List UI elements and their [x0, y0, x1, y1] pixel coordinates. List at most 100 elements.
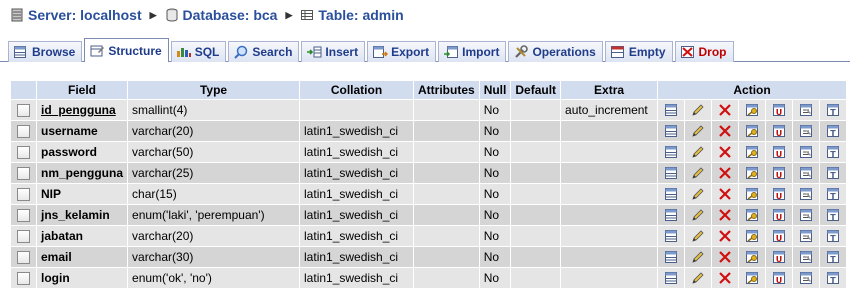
edit-icon[interactable]: [691, 250, 705, 264]
index-icon[interactable]: [799, 166, 813, 180]
row-checkbox[interactable]: [17, 188, 30, 202]
tab-import[interactable]: Import: [438, 41, 507, 62]
drop-icon[interactable]: [718, 145, 732, 159]
fulltext-icon[interactable]: T: [826, 271, 840, 285]
edit-icon[interactable]: [691, 271, 705, 285]
row-checkbox[interactable]: [17, 272, 30, 286]
breadcrumb-table[interactable]: Table: admin: [318, 7, 403, 23]
unique-icon[interactable]: U: [772, 166, 786, 180]
header-collation[interactable]: Collation: [300, 81, 414, 99]
null-cell: No: [479, 205, 511, 225]
row-checkbox[interactable]: [17, 251, 30, 265]
header-field[interactable]: Field: [37, 81, 128, 99]
unique-icon[interactable]: U: [772, 124, 786, 138]
extra-cell: [561, 205, 658, 225]
header-type[interactable]: Type: [128, 81, 300, 99]
action-cell: [793, 205, 820, 225]
index-icon[interactable]: [799, 124, 813, 138]
edit-icon[interactable]: [691, 166, 705, 180]
action-cell: [712, 142, 739, 162]
primary-key-icon[interactable]: [745, 187, 759, 201]
browse-distinct-icon[interactable]: [664, 187, 678, 201]
edit-icon[interactable]: [691, 124, 705, 138]
row-checkbox[interactable]: [17, 167, 30, 181]
browse-distinct-icon[interactable]: [664, 103, 678, 117]
index-icon[interactable]: [799, 103, 813, 117]
edit-icon[interactable]: [691, 229, 705, 243]
index-icon[interactable]: [799, 187, 813, 201]
drop-icon[interactable]: [718, 124, 732, 138]
primary-key-icon[interactable]: [745, 229, 759, 243]
unique-icon[interactable]: U: [772, 250, 786, 264]
breadcrumb-server[interactable]: Server: localhost: [28, 7, 142, 23]
browse-distinct-icon[interactable]: [664, 145, 678, 159]
index-icon[interactable]: [799, 229, 813, 243]
unique-icon[interactable]: U: [772, 187, 786, 201]
unique-icon[interactable]: U: [772, 229, 786, 243]
header-default[interactable]: Default: [511, 81, 561, 99]
primary-key-icon[interactable]: [745, 103, 759, 117]
breadcrumb: Server: localhost ▶ Database: bca ▶ Tabl…: [10, 4, 404, 26]
row-checkbox[interactable]: [17, 125, 30, 139]
tab-sql[interactable]: SQL: [170, 41, 227, 62]
fulltext-icon[interactable]: T: [826, 124, 840, 138]
fulltext-icon[interactable]: T: [826, 208, 840, 222]
browse-distinct-icon[interactable]: [664, 271, 678, 285]
extra-cell: [561, 142, 658, 162]
header-attributes[interactable]: Attributes: [414, 81, 479, 99]
drop-icon[interactable]: [718, 103, 732, 117]
tab-empty[interactable]: Empty: [604, 41, 673, 62]
header-extra[interactable]: Extra: [561, 81, 658, 99]
breadcrumb-database[interactable]: Database: bca: [183, 7, 278, 23]
tab-insert[interactable]: Insert: [301, 41, 366, 62]
fulltext-icon[interactable]: T: [826, 229, 840, 243]
tab-operations[interactable]: Operations: [508, 41, 603, 62]
index-icon[interactable]: [799, 208, 813, 222]
edit-icon[interactable]: [691, 103, 705, 117]
drop-icon[interactable]: [718, 271, 732, 285]
browse-distinct-icon[interactable]: [664, 229, 678, 243]
drop-icon[interactable]: [718, 208, 732, 222]
primary-key-icon[interactable]: [745, 145, 759, 159]
drop-icon[interactable]: [718, 187, 732, 201]
edit-icon[interactable]: [691, 187, 705, 201]
tab-drop[interactable]: Drop: [674, 41, 734, 62]
header-null[interactable]: Null: [479, 81, 511, 99]
drop-icon[interactable]: [718, 166, 732, 180]
tab-export[interactable]: Export: [367, 41, 437, 62]
row-checkbox[interactable]: [17, 230, 30, 244]
fulltext-icon[interactable]: T: [826, 145, 840, 159]
edit-icon[interactable]: [691, 145, 705, 159]
row-checkbox[interactable]: [17, 104, 30, 118]
edit-icon[interactable]: [691, 208, 705, 222]
primary-key-icon[interactable]: [745, 271, 759, 285]
row-checkbox[interactable]: [17, 146, 30, 160]
primary-key-icon[interactable]: [745, 124, 759, 138]
unique-icon[interactable]: U: [772, 271, 786, 285]
index-icon[interactable]: [799, 250, 813, 264]
index-icon[interactable]: [799, 271, 813, 285]
tab-browse[interactable]: Browse: [8, 41, 83, 62]
unique-icon[interactable]: U: [772, 145, 786, 159]
browse-distinct-icon[interactable]: [664, 208, 678, 222]
browse-distinct-icon[interactable]: [664, 124, 678, 138]
unique-icon[interactable]: U: [772, 103, 786, 117]
fulltext-icon[interactable]: T: [826, 103, 840, 117]
row-checkbox[interactable]: [17, 209, 30, 223]
drop-icon[interactable]: [718, 229, 732, 243]
null-cell: No: [479, 142, 511, 162]
fulltext-icon[interactable]: T: [826, 187, 840, 201]
browse-distinct-icon[interactable]: [664, 166, 678, 180]
drop-icon[interactable]: [718, 250, 732, 264]
index-icon[interactable]: [799, 145, 813, 159]
unique-icon[interactable]: U: [772, 208, 786, 222]
primary-key-icon[interactable]: [745, 166, 759, 180]
type-cell: smallint(4): [128, 100, 300, 120]
tab-structure[interactable]: Structure: [84, 38, 169, 62]
primary-key-icon[interactable]: [745, 208, 759, 222]
fulltext-icon[interactable]: T: [826, 250, 840, 264]
fulltext-icon[interactable]: T: [826, 166, 840, 180]
primary-key-icon[interactable]: [745, 250, 759, 264]
tab-search[interactable]: Search: [228, 41, 300, 62]
browse-distinct-icon[interactable]: [664, 250, 678, 264]
